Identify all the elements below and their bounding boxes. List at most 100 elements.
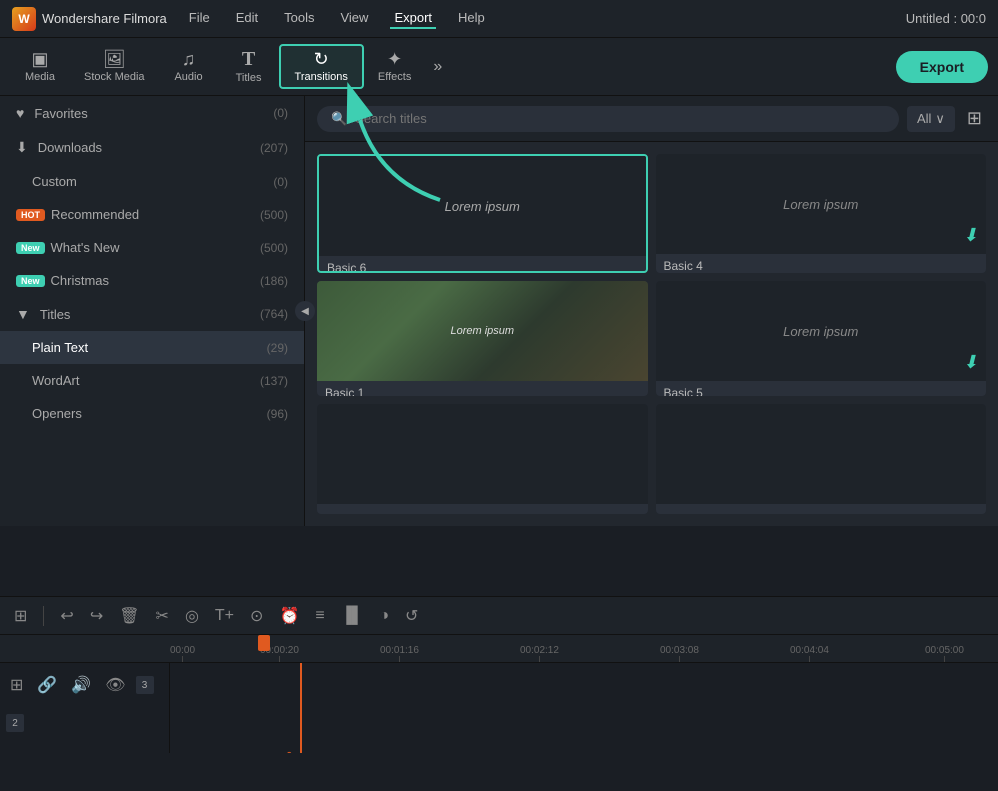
toolbar-titles[interactable]: T Titles <box>219 45 279 88</box>
search-input[interactable] <box>355 111 885 126</box>
sidebar-item-plain-text[interactable]: Plain Text (29) <box>0 331 304 364</box>
track-eye-icon[interactable]: 👁 <box>101 673 129 697</box>
sidebar-christmas-label: Christmas <box>51 273 110 288</box>
sidebar-item-openers[interactable]: Openers (96) <box>0 397 304 430</box>
toolbar: ▣ Media 🖼 Stock Media ♫ Audio T Titles ↻… <box>0 38 998 96</box>
title-card-basic1[interactable]: Lorem ipsum Basic 1 <box>317 281 648 396</box>
sidebar-whats-new-label: What's New <box>51 240 120 255</box>
card-thumb-basic4: Lorem ipsum ⬇ <box>656 154 987 254</box>
sidebar-item-christmas[interactable]: New Christmas (186) <box>0 264 304 297</box>
sidebar-item-recommended[interactable]: HOT Recommended (500) <box>0 198 304 231</box>
sidebar-item-whats-new[interactable]: New What's New (500) <box>0 231 304 264</box>
menu-edit[interactable]: Edit <box>232 8 262 29</box>
main-content: ♥ Favorites (0) ⬇ Downloads (207) Custom… <box>0 96 998 526</box>
titles-expand-icon: ▼ <box>16 306 30 322</box>
track-add-icon[interactable]: ⊞ <box>6 673 27 697</box>
scissors-icon: ✂ <box>286 744 306 753</box>
tl-waveform-icon[interactable]: ▐▌ <box>337 605 368 627</box>
title-card-basic4[interactable]: Lorem ipsum ⬇ Basic 4 <box>656 154 987 273</box>
sidebar-recommended-label: Recommended <box>51 207 139 222</box>
filter-select[interactable]: All ∨ <box>907 106 955 132</box>
card-thumb-6 <box>656 404 987 504</box>
menu-help[interactable]: Help <box>454 8 489 29</box>
tl-circle-icon[interactable]: ◎ <box>181 604 203 628</box>
track-link-icon[interactable]: 🔗 <box>33 673 61 697</box>
toolbar-media[interactable]: ▣ Media <box>10 46 70 87</box>
transitions-icon: ↻ <box>314 50 329 68</box>
download-icon-basic5[interactable]: ⬇ <box>963 352 978 373</box>
sidebar-item-favorites[interactable]: ♥ Favorites (0) <box>0 96 304 130</box>
toolbar-media-label: Media <box>25 71 55 83</box>
ruler-playhead <box>258 635 270 651</box>
sidebar-custom-count: (0) <box>273 175 288 189</box>
export-button[interactable]: Export <box>896 51 988 83</box>
filter-label: All <box>917 111 931 126</box>
card-label-basic1: Basic 1 <box>317 381 648 396</box>
sidebar-wordart-count: (137) <box>260 374 288 388</box>
titles-grid: Lorem ipsum Basic 6 Lorem ipsum ⬇ Basic … <box>305 142 998 526</box>
sidebar-item-wordart[interactable]: WordArt (137) <box>0 364 304 397</box>
card-photo-basic1: Lorem ipsum <box>317 281 648 381</box>
card-label-6 <box>656 504 987 514</box>
tl-delete-icon[interactable]: 🗑 <box>115 604 143 628</box>
title-card-5[interactable] <box>317 404 648 514</box>
tl-circle2-icon[interactable]: ◑ <box>375 605 393 627</box>
sidebar-plain-text-count: (29) <box>267 341 288 355</box>
collapse-arrow[interactable]: ◀ <box>295 301 315 321</box>
sidebar-item-titles[interactable]: ▼ Titles (764) <box>0 297 304 331</box>
tl-timer-icon[interactable]: ⏰ <box>275 604 303 628</box>
toolbar-more[interactable]: » <box>425 54 450 80</box>
track-control-row-1: ⊞ 🔗 🔊 👁 3 <box>6 667 163 703</box>
effects-icon: ✦ <box>387 50 402 68</box>
downloads-icon: ⬇ <box>16 139 28 156</box>
toolbar-effects[interactable]: ✦ Effects <box>364 46 425 87</box>
grid-toggle[interactable]: ⊞ <box>963 104 986 133</box>
title-card-basic6[interactable]: Lorem ipsum Basic 6 <box>317 154 648 273</box>
menu-file[interactable]: File <box>185 8 214 29</box>
toolbar-transitions[interactable]: ↻ Transitions <box>279 44 364 89</box>
sidebar: ♥ Favorites (0) ⬇ Downloads (207) Custom… <box>0 96 305 526</box>
toolbar-transitions-label: Transitions <box>295 71 348 83</box>
tl-eq-icon[interactable]: ≡ <box>311 605 328 627</box>
sidebar-favorites-label: Favorites <box>34 106 87 121</box>
window-title: Untitled : 00:0 <box>906 11 986 26</box>
menu-bar: W Wondershare Filmora File Edit Tools Vi… <box>0 0 998 38</box>
sidebar-item-custom[interactable]: Custom (0) <box>0 165 304 198</box>
timeline-tracks: ⊞ 🔗 🔊 👁 3 2 ✂ <box>0 663 998 753</box>
search-box[interactable]: 🔍 <box>317 106 899 132</box>
tl-text-icon[interactable]: T+ <box>211 605 238 627</box>
filter-chevron-icon: ∨ <box>935 111 945 127</box>
tl-loop-icon[interactable]: ↺ <box>401 604 422 628</box>
toolbar-audio[interactable]: ♫ Audio <box>159 46 219 87</box>
tl-grid-icon[interactable]: ⊞ <box>10 604 31 628</box>
title-card-6[interactable] <box>656 404 987 514</box>
track-control-row-2: 2 <box>6 705 163 741</box>
tl-clock-icon[interactable]: ⊙ <box>246 604 267 628</box>
menu-tools[interactable]: Tools <box>280 8 318 29</box>
title-card-basic5[interactable]: Lorem ipsum ⬇ Basic 5 <box>656 281 987 396</box>
card-text-basic4: Lorem ipsum <box>783 197 858 212</box>
menu-view[interactable]: View <box>336 8 372 29</box>
ruler-marks: 00:00 00:00:20 00:01:16 00:02:12 00:03:0… <box>170 635 998 662</box>
sidebar-favorites-count: (0) <box>273 106 288 120</box>
sidebar-whats-new-count: (500) <box>260 241 288 255</box>
card-thumb-basic5: Lorem ipsum ⬇ <box>656 281 987 381</box>
app-logo: W Wondershare Filmora <box>12 7 167 31</box>
track-area: ✂ <box>170 663 998 753</box>
ruler-mark-3: 00:02:12 <box>520 645 559 662</box>
stock-media-icon: 🖼 <box>103 50 126 68</box>
card-thumb-basic6: Lorem ipsum <box>319 156 646 256</box>
favorites-icon: ♥ <box>16 105 24 121</box>
card-label-basic5: Basic 5 <box>656 381 987 396</box>
tl-undo-icon[interactable]: ↩ <box>56 604 77 628</box>
track-controls: ⊞ 🔗 🔊 👁 3 2 <box>0 663 170 753</box>
menu-export[interactable]: Export <box>390 8 436 29</box>
track-audio-icon[interactable]: 🔊 <box>67 673 95 697</box>
app-name: Wondershare Filmora <box>42 11 167 26</box>
tl-redo-icon[interactable]: ↪ <box>86 604 107 628</box>
menu-items: File Edit Tools View Export Help <box>185 8 489 29</box>
toolbar-stock-media[interactable]: 🖼 Stock Media <box>70 46 159 87</box>
download-icon-basic4[interactable]: ⬇ <box>963 225 978 246</box>
tl-cut-icon[interactable]: ✂ <box>152 604 173 628</box>
sidebar-item-downloads[interactable]: ⬇ Downloads (207) <box>0 130 304 165</box>
